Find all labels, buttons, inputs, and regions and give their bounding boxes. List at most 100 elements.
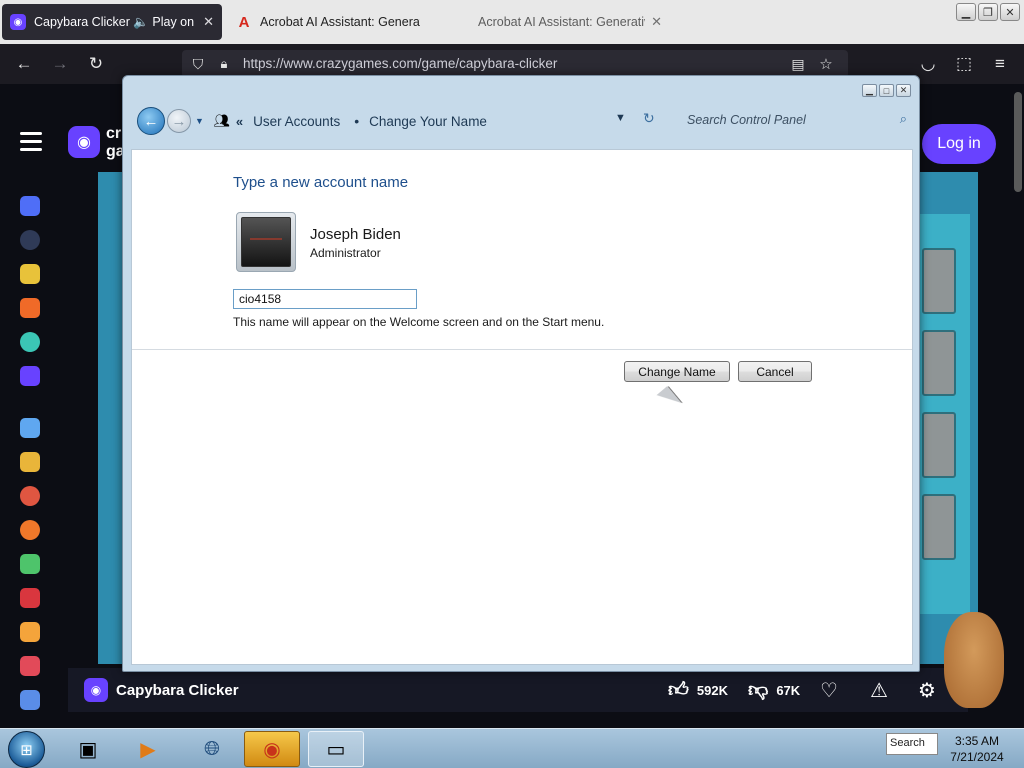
user-role: Administrator	[310, 246, 381, 260]
controller-icon[interactable]	[20, 690, 40, 710]
breadcrumb-user-accounts[interactable]: User Accounts	[253, 114, 340, 129]
left-nav	[0, 172, 60, 732]
forward-button[interactable]: →	[167, 109, 191, 133]
thumbs-up-icon: 👍︎	[668, 679, 689, 701]
crazygames-logo-icon[interactable]: ◉	[68, 126, 100, 158]
divider	[132, 349, 912, 350]
minimize-icon[interactable]: ▁	[862, 84, 877, 97]
new-name-input[interactable]	[233, 289, 417, 309]
avatar-screen-icon	[241, 217, 291, 267]
taskbar-app-firefox[interactable]: ◉	[244, 731, 300, 767]
tab-capybara-clicker[interactable]: ◉ Capybara Clicker 🔈 Play on Cra ✕	[2, 4, 222, 40]
crazygames-small-logo-icon: ◉	[84, 678, 108, 702]
taskbar-search[interactable]: Search	[886, 733, 938, 755]
search-placeholder: Search Control Panel	[687, 113, 806, 127]
close-icon[interactable]: ✕	[896, 84, 911, 97]
back-button[interactable]: ←	[137, 107, 165, 135]
taskbar-app-terminal[interactable]: ▣	[60, 731, 116, 767]
heart-icon: ♡	[820, 680, 838, 702]
taskbar-app-globe[interactable]: 🌐︎	[184, 731, 240, 767]
minimize-window-button[interactable]: ▁	[956, 3, 976, 21]
fullscreen-button[interactable]: ⚙︎	[918, 678, 944, 703]
breadcrumb-change-your-name[interactable]: Change Your Name	[369, 114, 487, 129]
history-dropdown-icon[interactable]: ▼	[195, 116, 204, 126]
tab-close-icon[interactable]: ✕	[203, 14, 214, 30]
window-controls: ▁ □ ✕	[862, 84, 911, 97]
refresh-icon[interactable]: ↻	[643, 110, 655, 127]
taskbar-app-control-panel[interactable]: ▭	[308, 731, 364, 767]
bookmark-star-icon[interactable]: ☆	[816, 54, 836, 74]
chevron-left-icon[interactable]: «	[236, 114, 243, 129]
clock[interactable]: 3:35 AM 7/21/2024	[942, 733, 1012, 765]
control-panel-window-icon: ▭	[326, 738, 346, 761]
change-name-button[interactable]: Change Name	[624, 361, 730, 382]
favorite-button[interactable]: ♡	[820, 678, 846, 703]
originals-icon[interactable]	[20, 366, 40, 386]
taskbar-app-media-player[interactable]: ▶	[120, 731, 176, 767]
hamster-mascot	[944, 612, 1004, 708]
forward-arrow-icon[interactable]: →	[50, 54, 70, 74]
shop-slot[interactable]	[922, 412, 956, 478]
url-bar[interactable]: ⛉ 🔒︎ https://www.crazygames.com/game/cap…	[182, 50, 848, 78]
adventure-icon[interactable]	[20, 486, 40, 506]
game-title: Capybara Clicker	[116, 681, 239, 699]
pocket-icon[interactable]: ◡	[918, 54, 938, 74]
tab-acrobat-ai-1[interactable]: A Acrobat AI Assistant: Generative	[228, 4, 428, 40]
reader-view-icon[interactable]: ▤	[788, 54, 808, 74]
dislike-button[interactable]: 👎︎ 67K	[748, 678, 800, 702]
taskbar: ⊞ ▣ ▶ 🌐︎ ◉ ▭ Search 3:35 AM 7/21/2024	[0, 728, 1024, 768]
login-button[interactable]: Log in	[922, 124, 996, 164]
firefox-icon: ◉	[263, 738, 281, 761]
cancel-button[interactable]: Cancel	[738, 361, 812, 382]
cards-icon[interactable]	[20, 656, 40, 676]
back-arrow-icon[interactable]: ←	[14, 54, 34, 74]
menu-icon[interactable]: ≡	[990, 54, 1010, 74]
extensions-icon[interactable]: ⬚	[954, 54, 974, 74]
control-panel-icon: 👥︎	[213, 113, 231, 128]
shop-slot[interactable]	[922, 248, 956, 314]
tab-close-icon[interactable]: ✕	[651, 14, 662, 30]
page-heading: Type a new account name	[233, 174, 409, 191]
new-icon[interactable]	[20, 264, 40, 284]
system-tray: Search 3:35 AM 7/21/2024	[864, 729, 1024, 768]
clicker-icon[interactable]	[20, 588, 40, 608]
globe-icon: 🌐︎	[204, 737, 220, 760]
close-window-button[interactable]: ✕	[1000, 3, 1020, 21]
thumbs-down-icon: 👎︎	[748, 679, 769, 701]
trending-icon[interactable]	[20, 298, 40, 318]
help-text: This name will appear on the Welcome scr…	[233, 315, 605, 329]
report-button[interactable]: ⚠︎	[870, 678, 896, 703]
like-count: 592K	[696, 682, 728, 698]
search-icon[interactable]: ⌕	[900, 111, 907, 127]
address-dropdown-icon[interactable]: ▼	[615, 112, 626, 124]
control-panel-window: ▁ □ ✕ ← → ▼ 👥︎ « User Accounts • Change …	[122, 75, 920, 672]
search-box[interactable]: Search Control Panel ⌕	[683, 108, 909, 132]
lock-icon[interactable]: 🔒︎	[214, 54, 234, 74]
updated-icon[interactable]	[20, 332, 40, 352]
home-icon[interactable]	[20, 196, 40, 216]
shop-slot[interactable]	[922, 494, 956, 560]
driving-icon[interactable]	[20, 622, 40, 642]
action-icon[interactable]	[20, 452, 40, 472]
reload-icon[interactable]: ↻	[86, 54, 106, 74]
shield-icon[interactable]: ⛉	[188, 54, 208, 74]
recent-icon[interactable]	[20, 230, 40, 250]
tab-acrobat-ai-2[interactable]: Acrobat AI Assistant: Generative ✕	[470, 4, 670, 40]
shop-slot[interactable]	[922, 330, 956, 396]
clock-date: 7/21/2024	[950, 750, 1004, 764]
start-button[interactable]: ⊞	[8, 731, 45, 768]
address-bar: ← → ▼ 👥︎ « User Accounts • Change Your N…	[131, 100, 913, 142]
maximize-icon[interactable]: □	[879, 84, 894, 97]
like-button[interactable]: 👍︎ 592K	[668, 678, 728, 702]
tab-title: Acrobat AI Assistant: Generative	[478, 15, 646, 29]
casual-icon[interactable]	[20, 554, 40, 574]
hamburger-menu-icon[interactable]	[20, 132, 42, 156]
multiplayer-icon[interactable]	[20, 418, 40, 438]
report-flag-icon: ⚠︎	[870, 680, 888, 702]
settings-icon: ⚙︎	[918, 680, 936, 702]
basketball-icon[interactable]	[20, 520, 40, 540]
url-text: https://www.crazygames.com/game/capybara…	[243, 56, 558, 71]
acrobat-favicon-icon: A	[238, 13, 250, 31]
page-scrollbar[interactable]	[1014, 92, 1022, 192]
restore-window-button[interactable]: ❐	[978, 3, 998, 21]
